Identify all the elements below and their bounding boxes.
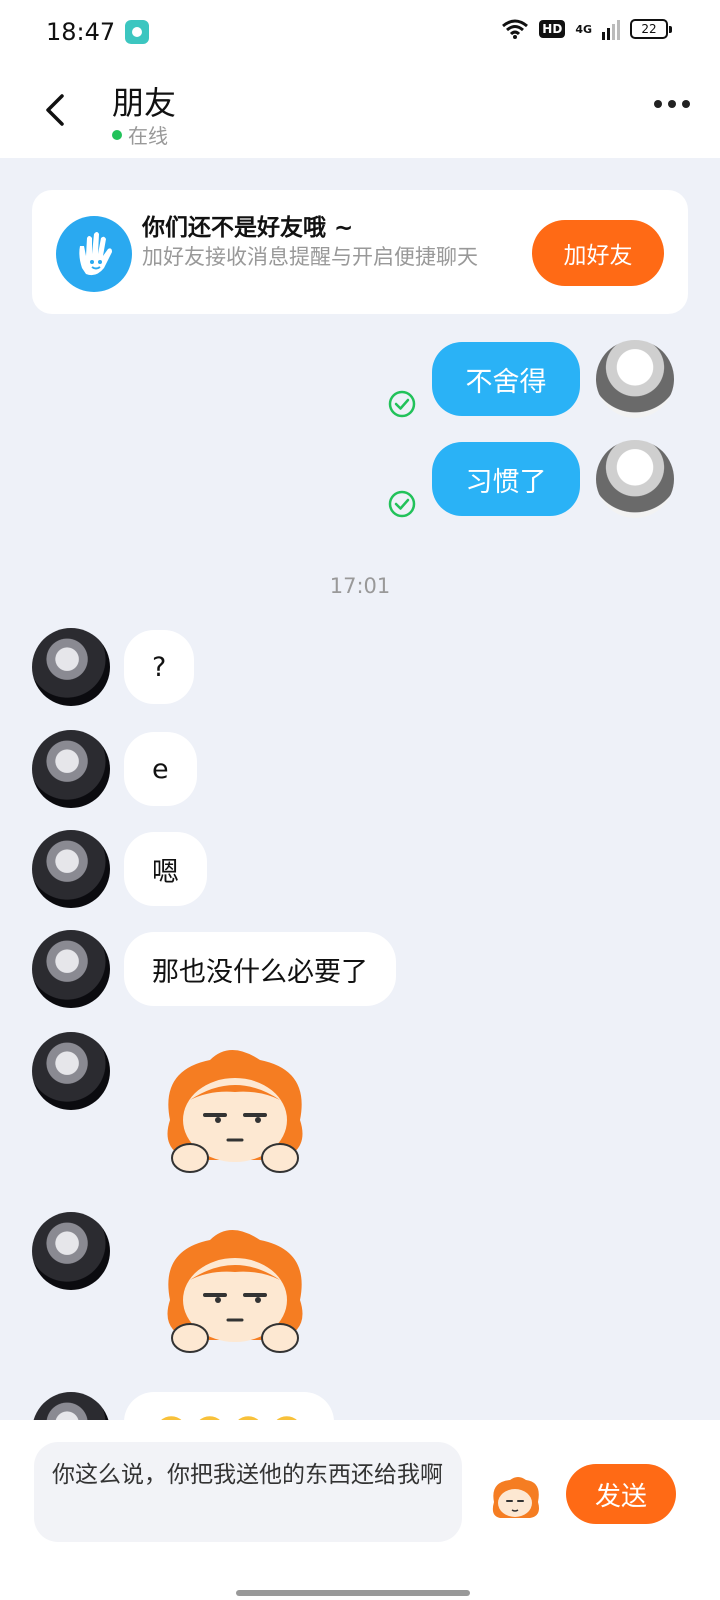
send-button[interactable]: 发送 <box>566 1464 676 1524</box>
battery-indicator: 22 <box>630 19 672 39</box>
online-status-text: 在线 <box>128 124 168 148</box>
message-text: 习惯了 <box>465 466 547 498</box>
add-friend-card: 你们还不是好友哦 ~ 加好友接收消息提醒与开启便捷聊天 加好友 <box>32 190 688 314</box>
online-dot-icon <box>112 129 122 140</box>
status-bar: 18:47 HD 4G 22 <box>0 0 720 64</box>
status-indicators: HD 4G 22 <box>501 18 672 40</box>
waving-hand-icon <box>56 216 132 292</box>
friend-avatar[interactable] <box>32 1032 110 1110</box>
app-notification-icon <box>125 20 149 44</box>
back-arrow-icon[interactable] <box>38 90 78 130</box>
friend-avatar[interactable] <box>32 628 110 706</box>
message-text: e <box>152 753 169 785</box>
message-text: ? <box>152 651 167 683</box>
sticker-message[interactable] <box>150 1220 320 1360</box>
friend-avatar[interactable] <box>32 730 110 808</box>
friend-avatar[interactable] <box>32 830 110 908</box>
friend-avatar[interactable] <box>32 930 110 1008</box>
friend-card-description: 加好友接收消息提醒与开启便捷聊天 <box>142 245 478 269</box>
add-friend-button[interactable]: 加好友 <box>532 220 664 286</box>
message-text: 不舍得 <box>465 366 547 398</box>
online-status: 在线 <box>112 120 168 149</box>
chat-header: 朋友 在线 <box>0 64 720 158</box>
more-options-icon[interactable] <box>654 100 690 108</box>
message-text: 嗯 <box>152 856 179 888</box>
message-timestamp: 17:01 <box>329 574 391 598</box>
incoming-message-bubble[interactable]: 那也没什么必要了 <box>124 932 396 1006</box>
message-text: 那也没什么必要了 <box>152 956 368 988</box>
home-indicator[interactable] <box>236 1590 470 1596</box>
self-avatar[interactable] <box>596 340 674 418</box>
friend-card-title: 你们还不是好友哦 ~ <box>142 215 354 241</box>
delivered-check-icon <box>388 390 416 418</box>
delivered-check-icon <box>388 490 416 518</box>
outgoing-message-bubble[interactable]: 习惯了 <box>432 442 580 516</box>
incoming-message-bubble[interactable]: ? <box>124 630 195 704</box>
network-badge: 4G <box>575 22 592 36</box>
friend-avatar[interactable] <box>32 1212 110 1290</box>
outgoing-message-bubble[interactable]: 不舍得 <box>432 342 580 416</box>
signal-icon <box>602 20 620 40</box>
input-bar: 你这么说，你把我送他的东西还给我啊 发送 <box>0 1420 720 1600</box>
status-time: 18:47 <box>46 18 116 46</box>
wifi-icon <box>502 19 529 39</box>
chat-title: 朋友 <box>112 84 177 122</box>
sticker-picker-icon[interactable] <box>488 1474 542 1522</box>
incoming-message-bubble[interactable]: e <box>124 732 197 806</box>
incoming-message-bubble[interactable]: 嗯 <box>124 832 207 906</box>
sticker-message[interactable] <box>150 1040 320 1180</box>
self-avatar[interactable] <box>596 440 674 518</box>
message-input[interactable]: 你这么说，你把我送他的东西还给我啊 <box>34 1442 462 1542</box>
hd-badge: HD <box>539 20 566 38</box>
